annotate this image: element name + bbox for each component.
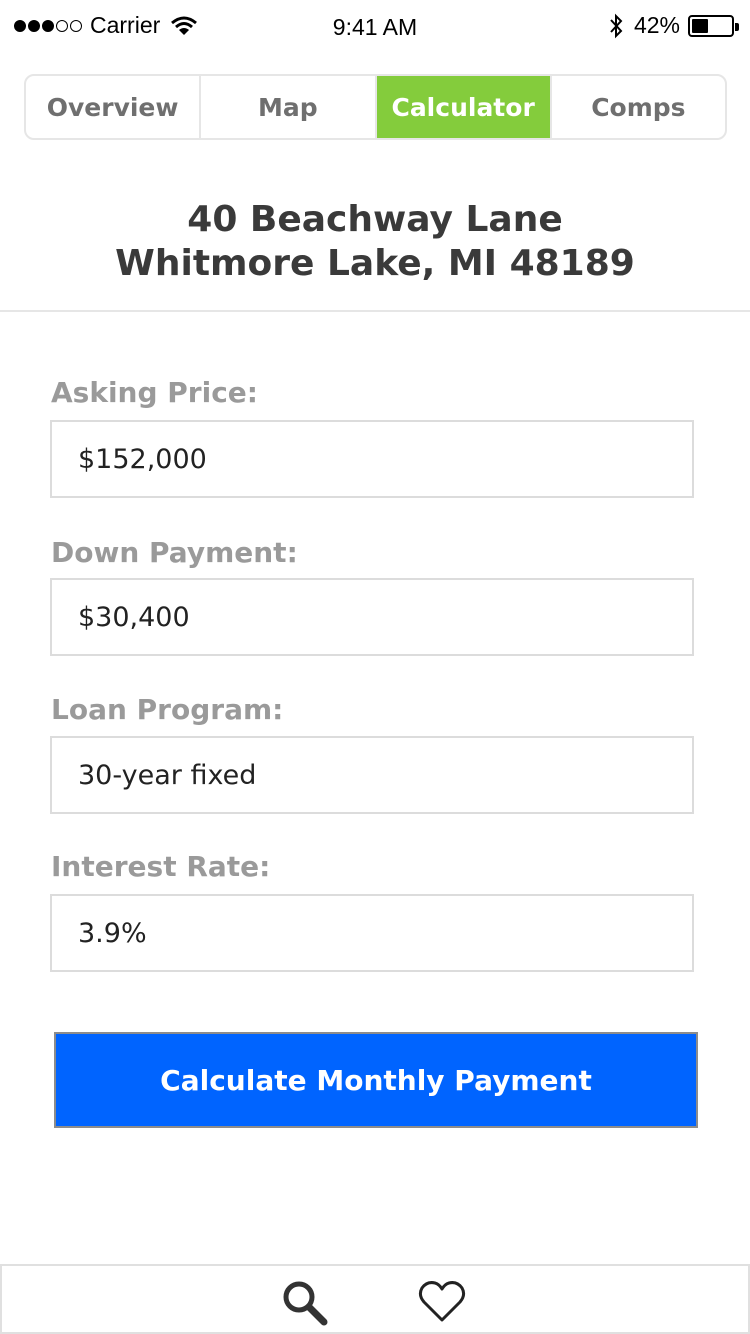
- down-payment-label: Down Payment:: [51, 536, 298, 569]
- down-payment-input[interactable]: [50, 578, 694, 656]
- heart-icon[interactable]: [418, 1278, 466, 1326]
- asking-price-input[interactable]: [50, 420, 694, 498]
- property-address: 40 Beachway Lane Whitmore Lake, MI 48189: [0, 198, 750, 286]
- address-line-1: 40 Beachway Lane: [187, 199, 563, 240]
- tab-map[interactable]: Map: [201, 76, 377, 138]
- tab-calculator[interactable]: Calculator: [376, 76, 552, 138]
- loan-program-input[interactable]: [50, 736, 694, 814]
- status-right: 42%: [608, 12, 739, 39]
- asking-price-label: Asking Price:: [51, 376, 258, 409]
- battery-icon: [688, 14, 739, 37]
- interest-rate-input[interactable]: [50, 894, 694, 972]
- divider: [0, 310, 750, 312]
- status-bar: Carrier 9:41 AM 42%: [0, 0, 750, 50]
- battery-percent: 42%: [633, 12, 680, 38]
- segmented-tabs: Overview Map Calculator Comps: [24, 74, 727, 140]
- search-icon[interactable]: [280, 1278, 328, 1326]
- address-line-2: Whitmore Lake, MI 48189: [115, 243, 635, 284]
- loan-program-label: Loan Program:: [51, 693, 284, 726]
- tab-overview[interactable]: Overview: [26, 76, 202, 138]
- calculate-monthly-payment-button[interactable]: Calculate Monthly Payment: [54, 1032, 698, 1128]
- tab-comps[interactable]: Comps: [552, 76, 725, 138]
- bluetooth-icon: [610, 13, 623, 38]
- bottom-tab-bar: [0, 1264, 750, 1334]
- interest-rate-label: Interest Rate:: [51, 850, 271, 883]
